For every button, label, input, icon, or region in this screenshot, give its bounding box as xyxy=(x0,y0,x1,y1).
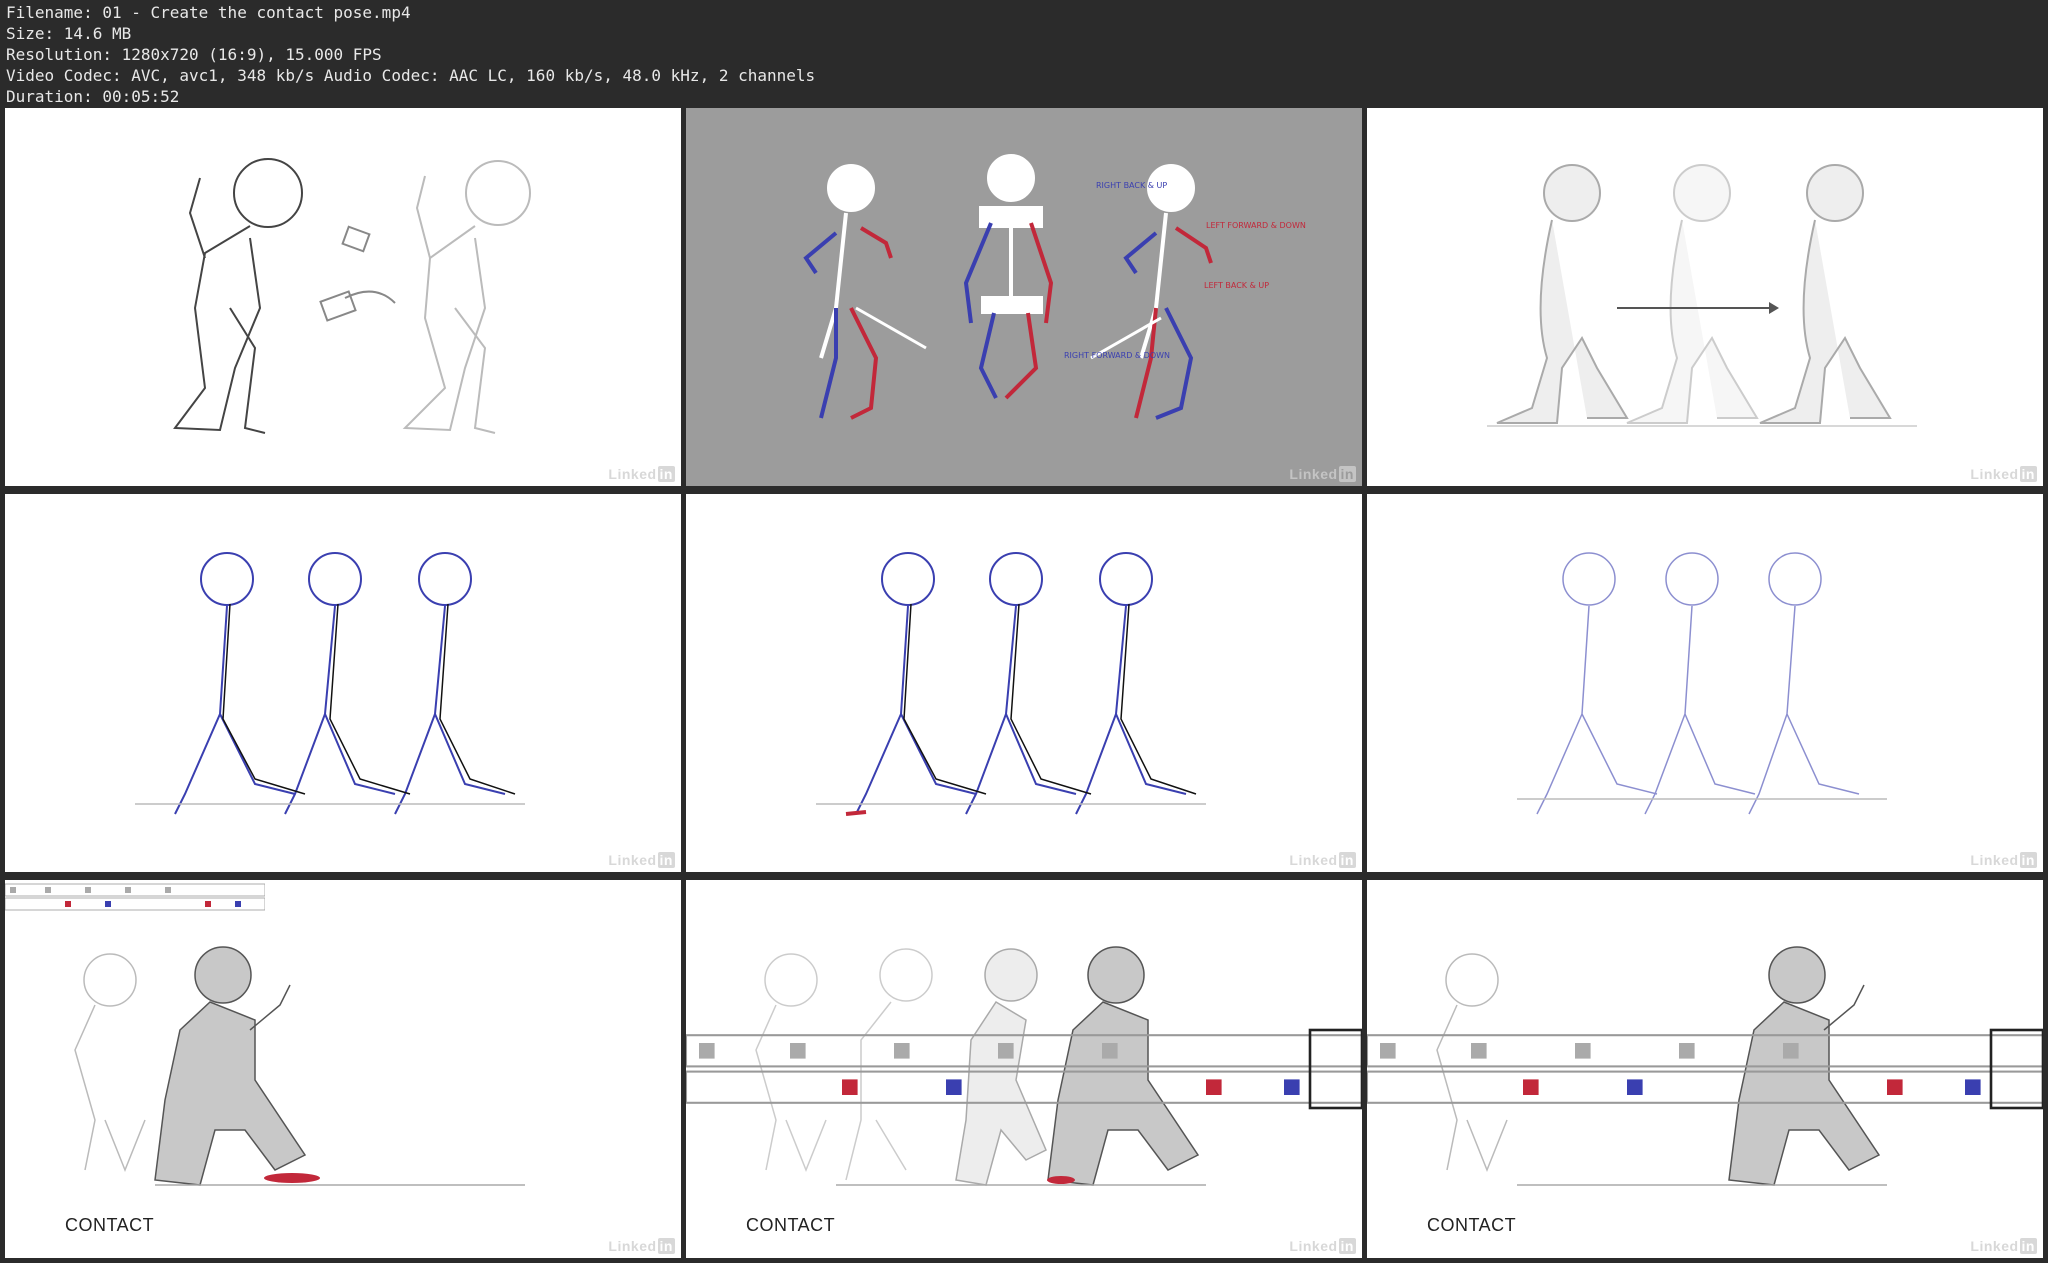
thumbnail-4[interactable]: Linked in xyxy=(5,494,681,872)
walk-sketch-overlay-2 xyxy=(816,552,1206,816)
contact-pose-illustration-1 xyxy=(74,946,525,1186)
resolution-text: Resolution: 1280x720 (16:9), 15.000 FPS xyxy=(6,45,382,64)
thumbnail-3[interactable]: Linked in xyxy=(1367,108,2043,486)
walk-sketch-light xyxy=(1517,552,1887,815)
timing-chart xyxy=(686,1028,1362,1110)
thumbnail-6[interactable]: Linked in xyxy=(1367,494,2043,872)
color-coded-pose-diagram: RIGHT BACK & UP LEFT FORWARD & DOWN LEFT… xyxy=(803,154,1306,420)
linkedin-watermark: Linked in xyxy=(1970,852,2037,868)
thumbnail-8[interactable]: CONTACT Linked in xyxy=(686,880,1362,1258)
linkedin-watermark: Linked in xyxy=(608,1238,675,1254)
filename-text: Filename: 01 - Create the contact pose.m… xyxy=(6,3,411,22)
linkedin-watermark: Linked in xyxy=(1970,1238,2037,1254)
thumbnail-1[interactable]: Linked in xyxy=(5,108,681,486)
duration-text: Duration: 00:05:52 xyxy=(6,87,180,106)
size-text: Size: 14.6 MB xyxy=(6,24,132,43)
contact-label: CONTACT xyxy=(65,1215,155,1235)
linkedin-watermark: Linked in xyxy=(1970,466,2037,482)
annotation-right-forward-down: RIGHT FORWARD & DOWN xyxy=(1064,351,1170,360)
thumbnail-9[interactable]: CONTACT Linked in xyxy=(1367,880,2043,1258)
walk-sketch-overlay-1 xyxy=(135,552,525,815)
annotation-right-back-up: RIGHT BACK & UP xyxy=(1096,181,1167,190)
sketch-character-overlap-illustration xyxy=(173,158,531,434)
timing-chart xyxy=(1367,1028,2043,1110)
linkedin-watermark: Linked in xyxy=(608,466,675,482)
thumbnail-grid: Linked in RIGHT BACK & UP LEFT FORWARD &… xyxy=(5,108,2043,1258)
timing-chart xyxy=(5,883,265,911)
three-pose-walk-illustration xyxy=(1487,164,1917,427)
codec-text: Video Codec: AVC, avc1, 348 kb/s Audio C… xyxy=(6,66,816,85)
annotation-left-forward-down: LEFT FORWARD & DOWN xyxy=(1206,221,1306,230)
thumbnail-7[interactable]: CONTACT Linked in xyxy=(5,880,681,1258)
linkedin-watermark: Linked in xyxy=(1289,466,1356,482)
file-info-header: Filename: 01 - Create the contact pose.m… xyxy=(0,0,2048,106)
linkedin-watermark: Linked in xyxy=(1289,852,1356,868)
thumbnail-2[interactable]: RIGHT BACK & UP LEFT FORWARD & DOWN LEFT… xyxy=(686,108,1362,486)
linkedin-watermark: Linked in xyxy=(1289,1238,1356,1254)
annotation-left-back-up: LEFT BACK & UP xyxy=(1204,281,1269,290)
linkedin-watermark: Linked in xyxy=(608,852,675,868)
thumbnail-5[interactable]: Linked in xyxy=(686,494,1362,872)
